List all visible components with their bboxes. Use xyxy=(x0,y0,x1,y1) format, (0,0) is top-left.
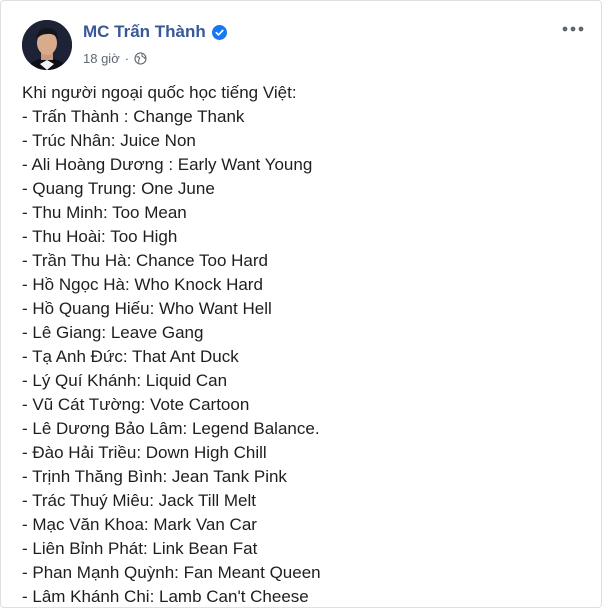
more-options-icon xyxy=(562,26,584,32)
post-line: - Đào Hải Triều: Down High Chill xyxy=(22,443,267,462)
avatar-photo xyxy=(22,20,72,70)
post-line: - Trần Thu Hà: Chance Too Hard xyxy=(22,251,269,270)
post-line: - Trúc Nhân: Juice Non xyxy=(22,131,196,150)
post-line: - Lý Quí Khánh: Liquid Can xyxy=(22,371,228,390)
verified-check-icon xyxy=(211,24,227,40)
post-header: MC Trấn Thành 18 giờ · xyxy=(1,1,601,70)
post-text: Khi người ngoại quốc học tiếng Việt: - T… xyxy=(22,81,591,607)
post-line: - Trịnh Thăng Bình: Jean Tank Pink xyxy=(22,467,287,486)
post-card: MC Trấn Thành 18 giờ · Khi người ngoại q… xyxy=(0,0,602,608)
post-intro: Khi người ngoại quốc học tiếng Việt: xyxy=(22,83,297,102)
post-line: - Quang Trung: One June xyxy=(22,179,215,198)
post-line: - Tạ Anh Đức: That Ant Duck xyxy=(22,347,239,366)
post-line: - Lê Giang: Leave Gang xyxy=(22,323,204,342)
author-name[interactable]: MC Trấn Thành xyxy=(83,22,206,42)
more-options-button[interactable] xyxy=(559,15,587,43)
post-meta: 18 giờ · xyxy=(83,51,147,66)
author-name-row: MC Trấn Thành xyxy=(83,22,227,42)
post-line: - Ali Hoàng Dương : Early Want Young xyxy=(22,155,313,174)
post-line: - Lê Dương Bảo Lâm: Legend Balance. xyxy=(22,419,320,438)
post-line: - Hồ Quang Hiếu: Who Want Hell xyxy=(22,299,272,318)
meta-separator: · xyxy=(124,51,130,66)
globe-icon[interactable] xyxy=(134,52,147,65)
post-timestamp[interactable]: 18 giờ xyxy=(83,51,120,66)
post-line: - Lâm Khánh Chi: Lamb Can't Cheese xyxy=(22,587,309,606)
post-line: - Vũ Cát Tường: Vote Cartoon xyxy=(22,395,250,414)
author-avatar[interactable] xyxy=(22,20,72,70)
post-line: - Trấn Thành : Change Thank xyxy=(22,107,245,126)
post-line: - Thu Minh: Too Mean xyxy=(22,203,187,222)
post-line: - Thu Hoài: Too High xyxy=(22,227,178,246)
post-line: - Hồ Ngọc Hà: Who Knock Hard xyxy=(22,275,263,294)
post-line: - Trác Thuý Miêu: Jack Till Melt xyxy=(22,491,256,510)
post-line: - Liên Bỉnh Phát: Link Bean Fat xyxy=(22,539,258,558)
post-line: - Phan Mạnh Quỳnh: Fan Meant Queen xyxy=(22,563,321,582)
post-line: - Mạc Văn Khoa: Mark Van Car xyxy=(22,515,257,534)
